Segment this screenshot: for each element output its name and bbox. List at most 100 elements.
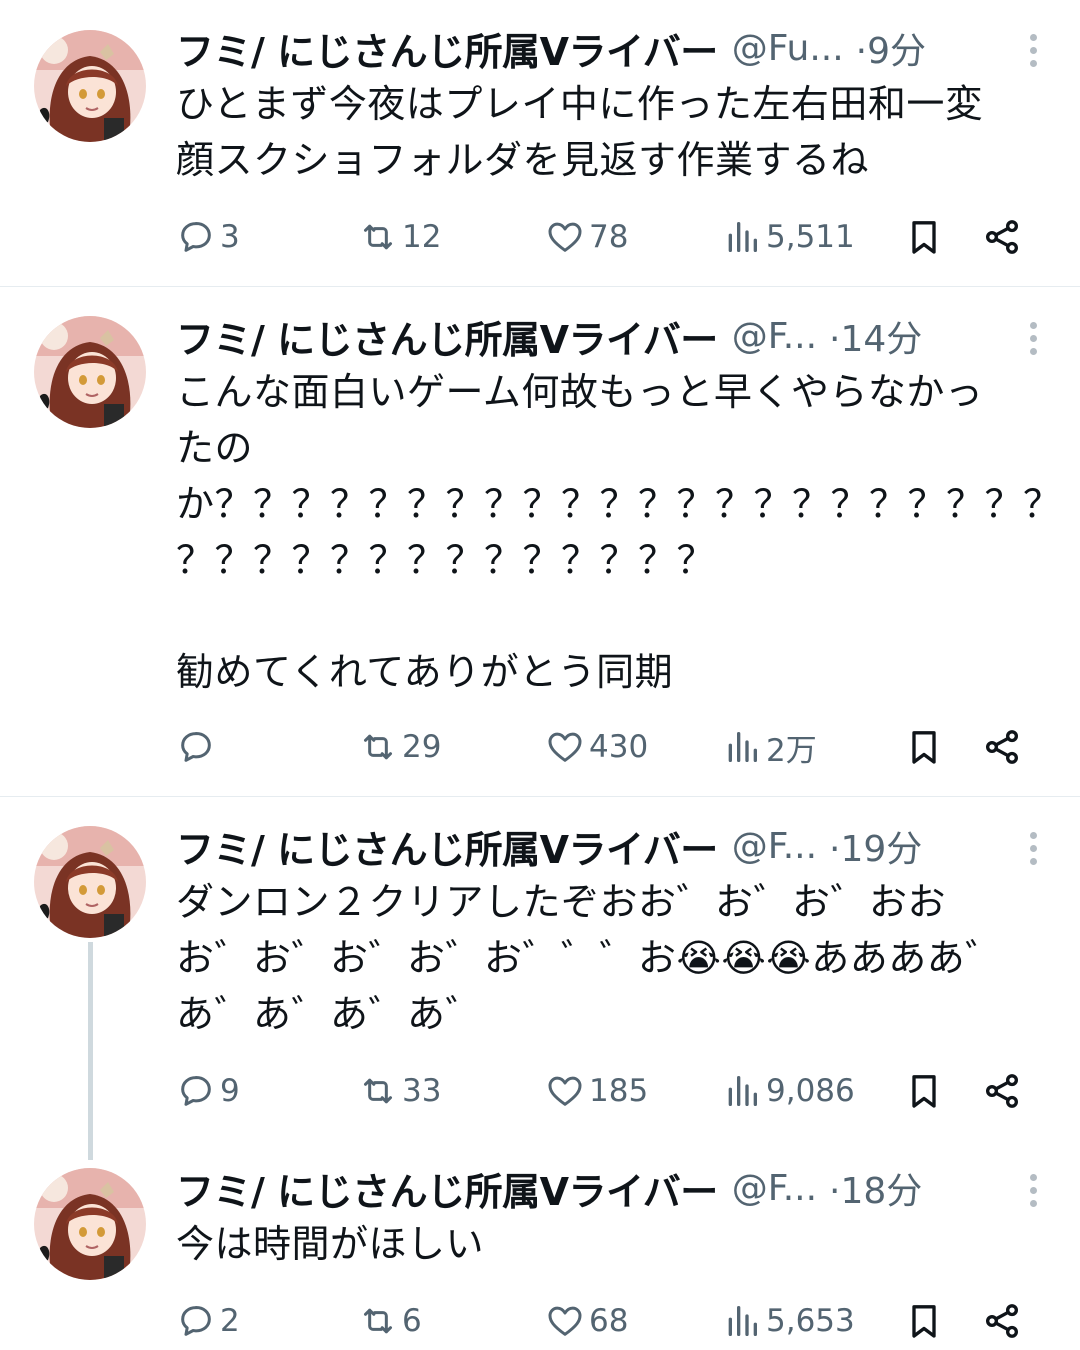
display-name[interactable]: フミ/ にじさんじ所属Vライバー xyxy=(176,819,718,874)
reply-icon xyxy=(181,1306,211,1336)
bookmark-button[interactable] xyxy=(904,722,944,772)
retweet-count: 29 xyxy=(402,729,442,765)
reply-button[interactable]: 2 xyxy=(176,1296,240,1346)
views-icon xyxy=(728,1306,757,1336)
reply-button[interactable]: 3 xyxy=(176,212,240,262)
like-count: 185 xyxy=(589,1073,649,1109)
share-button[interactable] xyxy=(982,1066,1022,1116)
tweet-header: フミ/ にじさんじ所属Vライバー @F... ·14分 xyxy=(176,306,1036,366)
more-icon[interactable] xyxy=(1028,1174,1038,1207)
bookmark-icon xyxy=(912,731,936,764)
tweet-text: こんな面白いゲーム何故もっと早くやらなかっ たの か？？？？？？？？？？？？？？… xyxy=(176,370,1062,694)
avatar[interactable] xyxy=(34,1168,146,1280)
like-button[interactable]: 68 xyxy=(545,1296,628,1346)
like-count: 68 xyxy=(589,1303,629,1339)
reply-button[interactable] xyxy=(176,722,220,772)
timestamp[interactable]: ·18分 xyxy=(829,1162,922,1214)
reply-count: 3 xyxy=(220,219,240,255)
bookmark-icon xyxy=(912,1305,936,1338)
retweet-count: 12 xyxy=(402,219,442,255)
share-icon xyxy=(986,1304,1018,1338)
timestamp[interactable]: ·9分 xyxy=(856,22,926,74)
tweet-text: ひとまず今夜はプレイ中に作った左右田和一変 顔スクショフォルダを見返す作業するね xyxy=(176,82,984,182)
like-count: 430 xyxy=(589,729,649,765)
share-button[interactable] xyxy=(982,1296,1022,1346)
timestamp[interactable]: ·19分 xyxy=(829,820,922,872)
tweet[interactable]: フミ/ にじさんじ所属Vライバー @F... ·19分 ダンロン２クリアしたぞお… xyxy=(0,814,1080,1134)
reply-button[interactable]: 9 xyxy=(176,1066,240,1116)
reply-count: 9 xyxy=(220,1073,240,1109)
tweet-header: フミ/ にじさんじ所属Vライバー @F... ·19分 xyxy=(176,816,1036,876)
views-count: 5,511 xyxy=(766,219,855,255)
like-icon xyxy=(548,222,582,252)
share-button[interactable] xyxy=(982,722,1022,772)
handle[interactable]: @F... xyxy=(732,316,817,357)
retweet-button[interactable]: 29 xyxy=(358,722,441,772)
tweet-header: フミ/ にじさんじ所属Vライバー @F... ·18分 xyxy=(176,1158,1036,1218)
share-button[interactable] xyxy=(982,212,1022,262)
views-button[interactable]: 2万 xyxy=(722,722,817,772)
avatar[interactable] xyxy=(34,30,146,142)
tweet[interactable]: フミ/ にじさんじ所属Vライバー @F... ·14分 こんな面白いゲーム何故も… xyxy=(0,304,1080,794)
reply-icon xyxy=(181,222,211,252)
display-name[interactable]: フミ/ にじさんじ所属Vライバー xyxy=(176,309,718,364)
action-bar: 9 33 185 9,086 xyxy=(0,1066,1080,1116)
views-icon xyxy=(728,222,757,252)
reply-icon xyxy=(181,732,211,762)
action-bar: 3 12 78 5,511 xyxy=(0,212,1080,262)
like-button[interactable]: 430 xyxy=(545,722,648,772)
bookmark-button[interactable] xyxy=(904,1296,944,1346)
views-icon xyxy=(728,1076,757,1106)
share-icon xyxy=(986,1074,1018,1108)
handle[interactable]: @Fu... xyxy=(732,28,844,69)
retweet-count: 33 xyxy=(402,1073,442,1109)
bookmark-icon xyxy=(912,221,936,254)
retweet-count: 6 xyxy=(402,1303,422,1339)
action-bar: 29 430 2万 xyxy=(0,722,1080,772)
views-button[interactable]: 5,653 xyxy=(722,1296,855,1346)
views-icon xyxy=(728,732,757,762)
display-name[interactable]: フミ/ にじさんじ所属Vライバー xyxy=(176,1161,718,1216)
like-icon xyxy=(548,1306,582,1336)
like-button[interactable]: 185 xyxy=(545,1066,648,1116)
retweet-button[interactable]: 6 xyxy=(358,1296,422,1346)
like-icon xyxy=(548,1076,582,1106)
divider xyxy=(0,286,1080,287)
bookmark-button[interactable] xyxy=(904,1066,944,1116)
avatar[interactable] xyxy=(34,316,146,428)
more-icon[interactable] xyxy=(1028,322,1038,355)
display-name[interactable]: フミ/ にじさんじ所属Vライバー xyxy=(176,21,718,76)
retweet-icon xyxy=(364,734,392,760)
retweet-button[interactable]: 33 xyxy=(358,1066,441,1116)
tweet[interactable]: フミ/ にじさんじ所属Vライバー @Fu... ·9分 ひとまず今夜はプレイ中に… xyxy=(0,16,1080,286)
like-count: 78 xyxy=(589,219,629,255)
tweet-header: フミ/ にじさんじ所属Vライバー @Fu... ·9分 xyxy=(176,18,1036,78)
views-button[interactable]: 9,086 xyxy=(722,1066,855,1116)
divider xyxy=(0,796,1080,797)
retweet-icon xyxy=(364,1308,392,1334)
tweet[interactable]: フミ/ にじさんじ所属Vライバー @F... ·18分 今は時間がほしい 2 6… xyxy=(0,1156,1080,1350)
retweet-icon xyxy=(364,1078,392,1104)
avatar[interactable] xyxy=(34,826,146,938)
action-bar: 2 6 68 5,653 xyxy=(0,1296,1080,1346)
share-icon xyxy=(986,220,1018,254)
like-icon xyxy=(548,732,582,762)
bookmark-button[interactable] xyxy=(904,212,944,262)
tweet-text: ダンロン２クリアしたぞおお゛お゛お゛おお お゛お゛お゛お゛お゛゛゛お😭😭😭あああ… xyxy=(176,880,1004,1036)
retweet-icon xyxy=(364,224,392,250)
more-icon[interactable] xyxy=(1028,34,1038,67)
like-button[interactable]: 78 xyxy=(545,212,628,262)
handle[interactable]: @F... xyxy=(732,1168,817,1209)
views-count: 2万 xyxy=(766,732,817,769)
share-icon xyxy=(986,730,1018,764)
retweet-button[interactable]: 12 xyxy=(358,212,441,262)
reply-count: 2 xyxy=(220,1303,240,1339)
reply-icon xyxy=(181,1076,211,1106)
bookmark-icon xyxy=(912,1075,936,1108)
tweet-text: 今は時間がほしい xyxy=(176,1222,485,1266)
timestamp[interactable]: ·14分 xyxy=(829,310,922,362)
views-count: 5,653 xyxy=(766,1303,855,1339)
views-button[interactable]: 5,511 xyxy=(722,212,855,262)
more-icon[interactable] xyxy=(1028,832,1038,865)
handle[interactable]: @F... xyxy=(732,826,817,867)
